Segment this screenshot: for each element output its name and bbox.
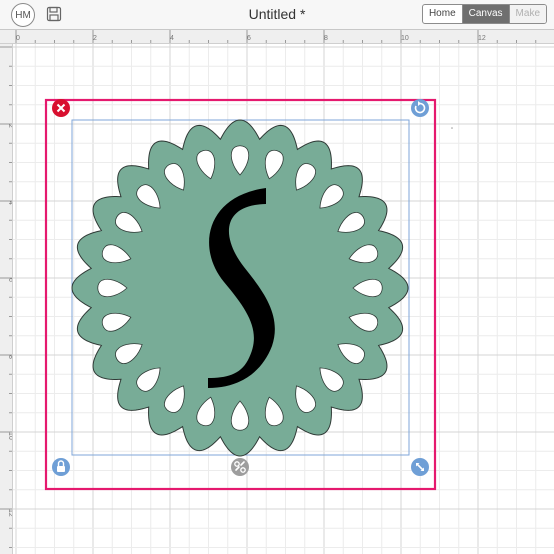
mode-switcher: Home Canvas Make [421,4,547,24]
rotate-handle[interactable] [411,99,429,117]
canvas-grid [13,44,554,554]
top-bar: HM Untitled * Home Canvas Make [0,0,554,30]
design-canvas[interactable] [13,44,554,554]
ruler-label: 8 [324,35,328,42]
delete-handle[interactable] [52,99,70,117]
lock-handle[interactable] [52,458,70,476]
unlink-handle[interactable] [231,458,249,476]
top-ruler: 0 2 4 6 8 10 12 [0,30,554,44]
canvas-mode-button[interactable]: Canvas [461,5,509,23]
ruler-label: 12 [478,35,486,42]
ruler-label: 6 [247,35,251,42]
make-mode-button: Make [508,5,546,23]
canvas-dot [451,127,453,129]
ruler-label: 0 [16,35,20,42]
ruler-label: 4 [170,35,174,42]
ruler-label: 2 [93,35,97,42]
ruler-label: 10 [401,35,409,42]
resize-handle[interactable] [411,458,429,476]
home-mode-button[interactable]: Home [423,5,462,23]
left-ruler: 2 4 6 8 10 12 [0,44,13,554]
